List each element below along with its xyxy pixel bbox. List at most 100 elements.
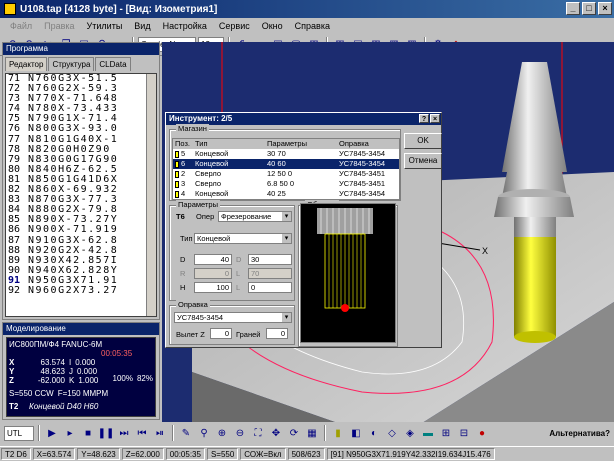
cell-type: Концевой [195,189,229,198]
code-line[interactable]: 92 N960G2X73.27 [6,285,156,297]
menu-window[interactable]: Окно [256,21,289,31]
cell-holder: УС7845-3451 [339,179,386,188]
code-line[interactable]: 86 N900X-71.919 [6,225,156,236]
tool-table[interactable]: Поз. Тип Параметры Оправка 5 Концевой 30 7… [172,138,400,200]
param-input[interactable]: 100 [194,282,232,293]
tool-color-icon [175,190,179,198]
cell-params: 12 50 0 [267,169,293,178]
tool-preview [300,203,396,343]
status-z: Z=62.000 [121,448,164,460]
zoom-out-icon[interactable]: ⊖ [232,425,248,441]
menu-file[interactable]: Файл [4,21,38,31]
utl-select[interactable]: UTL [4,425,34,441]
menu-service[interactable]: Сервис [213,21,256,31]
machine-time: 00:05:35 [101,349,133,358]
cube-icon[interactable]: ◧ [348,425,364,441]
close-button[interactable]: × [598,2,612,15]
last-icon[interactable]: ⏯ [152,425,168,441]
next-icon[interactable]: ⏭ [116,425,132,441]
oper-label: Опер [196,212,215,221]
window-title: U108.tap [4128 byte] - [Вид: Изометрия1] [20,3,218,15]
menu-utilities[interactable]: Утилиты [81,21,129,31]
param-input[interactable]: 0 [194,268,232,279]
help-icon[interactable]: ? [419,114,429,123]
maximize-button[interactable]: □ [582,2,596,15]
holder-group: Оправка УС7845-3454 Вылет Z 0 Граней 0 [169,300,295,345]
toolbar-separator [324,425,326,441]
step-icon[interactable]: ▸ [62,425,78,441]
table-row[interactable]: 5 Концевой 30 70 УС7845-3454 [173,149,399,159]
tool-number: T2 [9,402,19,411]
status-x: X=63.574 [32,448,76,460]
code-editor[interactable]: 71 N760G3X-51.5 72 N760G2X-59.3 73 N770X-71.6… [5,73,157,317]
color-icon[interactable]: ● [474,425,490,441]
param-input-2[interactable]: 70 [248,268,292,279]
status-coolant: СОЖ=Вкл [240,448,286,460]
tab-editor[interactable]: Редактор [5,57,48,71]
param-label: D [180,255,186,264]
tab-structure[interactable]: Структура [48,57,95,71]
section-icon[interactable]: ⊟ [456,425,472,441]
status-y: Y=48.623 [77,448,120,460]
axis-k-label: K [69,376,75,385]
menu-view[interactable]: Вид [128,21,156,31]
alternative-label: Альтернатива? [549,428,610,438]
type-select[interactable]: Концевой [194,233,292,244]
cell-type: Сверло [195,179,222,188]
table-row[interactable]: 2 Сверло 12 50 0 УС7845-3451 [173,169,399,179]
edges-label: Граней [236,330,261,339]
tab-cldata[interactable]: CLData [95,57,131,71]
menu-bar: Файл Правка Утилиты Вид Настройка Сервис… [0,18,614,34]
play-icon[interactable]: ▶ [44,425,60,441]
axis-z-value: -62.000 [37,376,65,385]
wire-icon[interactable]: ◇ [384,425,400,441]
edges-input[interactable]: 0 [266,328,288,339]
shade-icon[interactable]: ◐ [366,425,382,441]
axis-j-label: J [69,367,73,376]
cell-pos: 4 [173,189,195,199]
stop-icon[interactable]: ■ [80,425,96,441]
table-row[interactable]: 3 Сверло 6.8 50 0 УС7845-3451 [173,179,399,189]
pause-icon[interactable]: ❚❚ [98,425,115,441]
col-type: Тип [195,139,208,148]
measure-icon[interactable]: ⊞ [438,425,454,441]
param-input-2[interactable]: 0 [248,282,292,293]
pos-value: 2 [181,169,186,178]
table-row[interactable]: 6 Концевой 40 60 УС7845-3454 [173,159,399,169]
table-header: Поз. Тип Параметры Оправка [173,139,399,149]
table-row[interactable]: 4 Концевой 40 25 УС7845-3454 [173,189,399,199]
type-label: Тип [180,234,193,243]
program-panel: Программа Редактор Структура CLData 71 N7… [2,42,160,320]
zoom-icon[interactable]: ⚲ [196,425,212,441]
overhang-input[interactable]: 0 [210,328,232,339]
menu-settings[interactable]: Настройка [157,21,213,31]
param-input[interactable]: 40 [194,254,232,265]
feed-override: 100% [112,374,133,383]
grid-icon[interactable]: ▦ [304,425,320,441]
zoom-in-icon[interactable]: ⊕ [214,425,230,441]
fit-icon[interactable]: ⛶ [250,425,266,441]
solid-icon[interactable]: ▬ [420,425,436,441]
pan-icon[interactable]: ✥ [268,425,284,441]
line-number: 86 [6,225,28,236]
oper-select[interactable]: Фрезерование [218,211,292,222]
layer-icon[interactable]: ◈ [402,425,418,441]
menu-edit[interactable]: Правка [38,21,80,31]
dialog-close-icon[interactable]: × [430,114,440,123]
toolbar-separator [172,425,174,441]
rotate-icon[interactable]: ⟳ [286,425,302,441]
cylinder-icon[interactable]: ▮ [330,425,346,441]
pos-value: 5 [181,149,186,158]
tool-icon[interactable]: ✎ [178,425,194,441]
modeling-panel: Моделирование ИС800ПМ/Ф4 FANUC-6M 00:05:… [2,322,160,420]
holder-select[interactable]: УС7845-3454 [174,312,292,323]
minimize-button[interactable]: _ [566,2,580,15]
code-scrollbar[interactable] [146,74,156,316]
holder-label: Оправка [176,300,210,309]
menu-help[interactable]: Справка [289,21,336,31]
tool-color-icon [175,160,179,168]
ok-button[interactable]: OK [404,133,442,149]
param-input-2[interactable]: 30 [248,254,292,265]
first-icon[interactable]: ⏮ [134,425,150,441]
cancel-button[interactable]: Отмена [404,153,442,169]
